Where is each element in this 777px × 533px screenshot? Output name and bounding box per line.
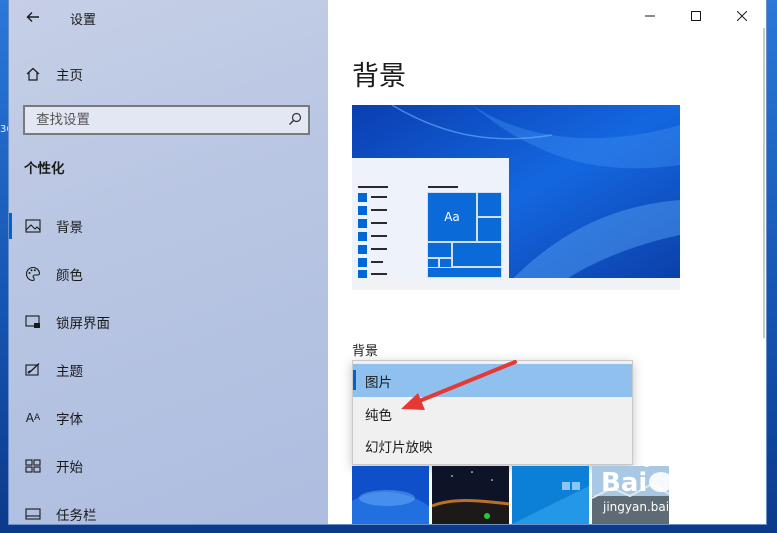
close-button[interactable]: [719, 0, 765, 32]
dropdown-option-solid-color[interactable]: 纯色: [353, 397, 632, 430]
sidebar: 设置 主页 个性化 背景 颜色: [9, 0, 328, 524]
wallpaper-thumbnail-1[interactable]: [352, 466, 429, 524]
background-type-dropdown[interactable]: 图片 纯色 幻灯片放映: [352, 360, 633, 465]
sidebar-item-label: 开始: [56, 460, 83, 476]
watermark-url: jingyan.baidu.com: [603, 500, 714, 514]
maximize-icon: [691, 11, 701, 21]
background-preview: Aa: [352, 105, 680, 290]
sidebar-item-label: 主题: [56, 364, 83, 380]
dropdown-option-picture[interactable]: 图片: [353, 364, 632, 397]
watermark: Bai 经验 jingyan.baidu.com: [595, 446, 766, 524]
back-arrow-icon: [26, 12, 39, 22]
search-icon: [289, 112, 302, 125]
wallpaper-thumbnail-3[interactable]: [512, 466, 589, 524]
sidebar-item-start[interactable]: 开始: [9, 446, 328, 486]
minimize-button[interactable]: [627, 0, 673, 32]
palette-icon: [23, 264, 43, 284]
theme-icon: [23, 360, 43, 380]
background-label: 背景: [352, 344, 379, 359]
preview-taskbar: [352, 278, 680, 290]
back-button[interactable]: [22, 6, 44, 28]
search-box[interactable]: [23, 105, 310, 135]
search-input[interactable]: [25, 107, 286, 133]
sidebar-item-label: 背景: [56, 220, 83, 236]
sidebar-item-themes[interactable]: 主题: [9, 350, 328, 390]
scrollbar[interactable]: [763, 28, 765, 338]
option-label: 图片: [365, 374, 392, 391]
preview-start-panel: Aa: [352, 158, 509, 279]
sidebar-item-home[interactable]: 主页: [9, 54, 328, 94]
page-title: 背景: [352, 61, 406, 92]
minimize-icon: [645, 15, 655, 17]
sidebar-item-colors[interactable]: 颜色: [9, 254, 328, 294]
section-title: 个性化: [24, 161, 65, 177]
start-icon: [23, 456, 43, 476]
sidebar-item-label: 任务栏: [56, 508, 97, 524]
selected-accent: [353, 370, 356, 390]
sidebar-item-lock-screen[interactable]: 锁屏界面: [9, 302, 328, 342]
font-icon: AA: [25, 411, 41, 425]
sidebar-item-label: 锁屏界面: [56, 316, 110, 332]
sidebar-item-label: 颜色: [56, 268, 83, 284]
taskbar-icon: [23, 504, 43, 524]
dropdown-option-slideshow[interactable]: 幻灯片放映: [353, 429, 632, 462]
home-icon: [23, 64, 43, 84]
maximize-button[interactable]: [673, 0, 719, 32]
lock-screen-icon: [23, 312, 43, 332]
watermark-brand: Bai: [601, 468, 648, 498]
sidebar-item-taskbar[interactable]: 任务栏: [9, 494, 328, 524]
watermark-brand-suffix: 经验: [691, 474, 731, 498]
sidebar-item-label: 主页: [56, 68, 83, 84]
close-icon: [737, 11, 747, 21]
settings-window: 设置 主页 个性化 背景 颜色: [9, 0, 766, 524]
sidebar-item-label: 字体: [56, 412, 83, 428]
app-title: 设置: [70, 13, 97, 28]
preview-tile-large: Aa: [427, 192, 477, 242]
picture-icon: [23, 216, 43, 236]
option-label: 纯色: [365, 407, 392, 424]
sidebar-item-fonts[interactable]: AA 字体: [9, 398, 328, 438]
sidebar-item-background[interactable]: 背景: [9, 206, 328, 246]
wallpaper-thumbnail-2[interactable]: [432, 466, 509, 524]
option-label: 幻灯片放映: [365, 439, 433, 456]
